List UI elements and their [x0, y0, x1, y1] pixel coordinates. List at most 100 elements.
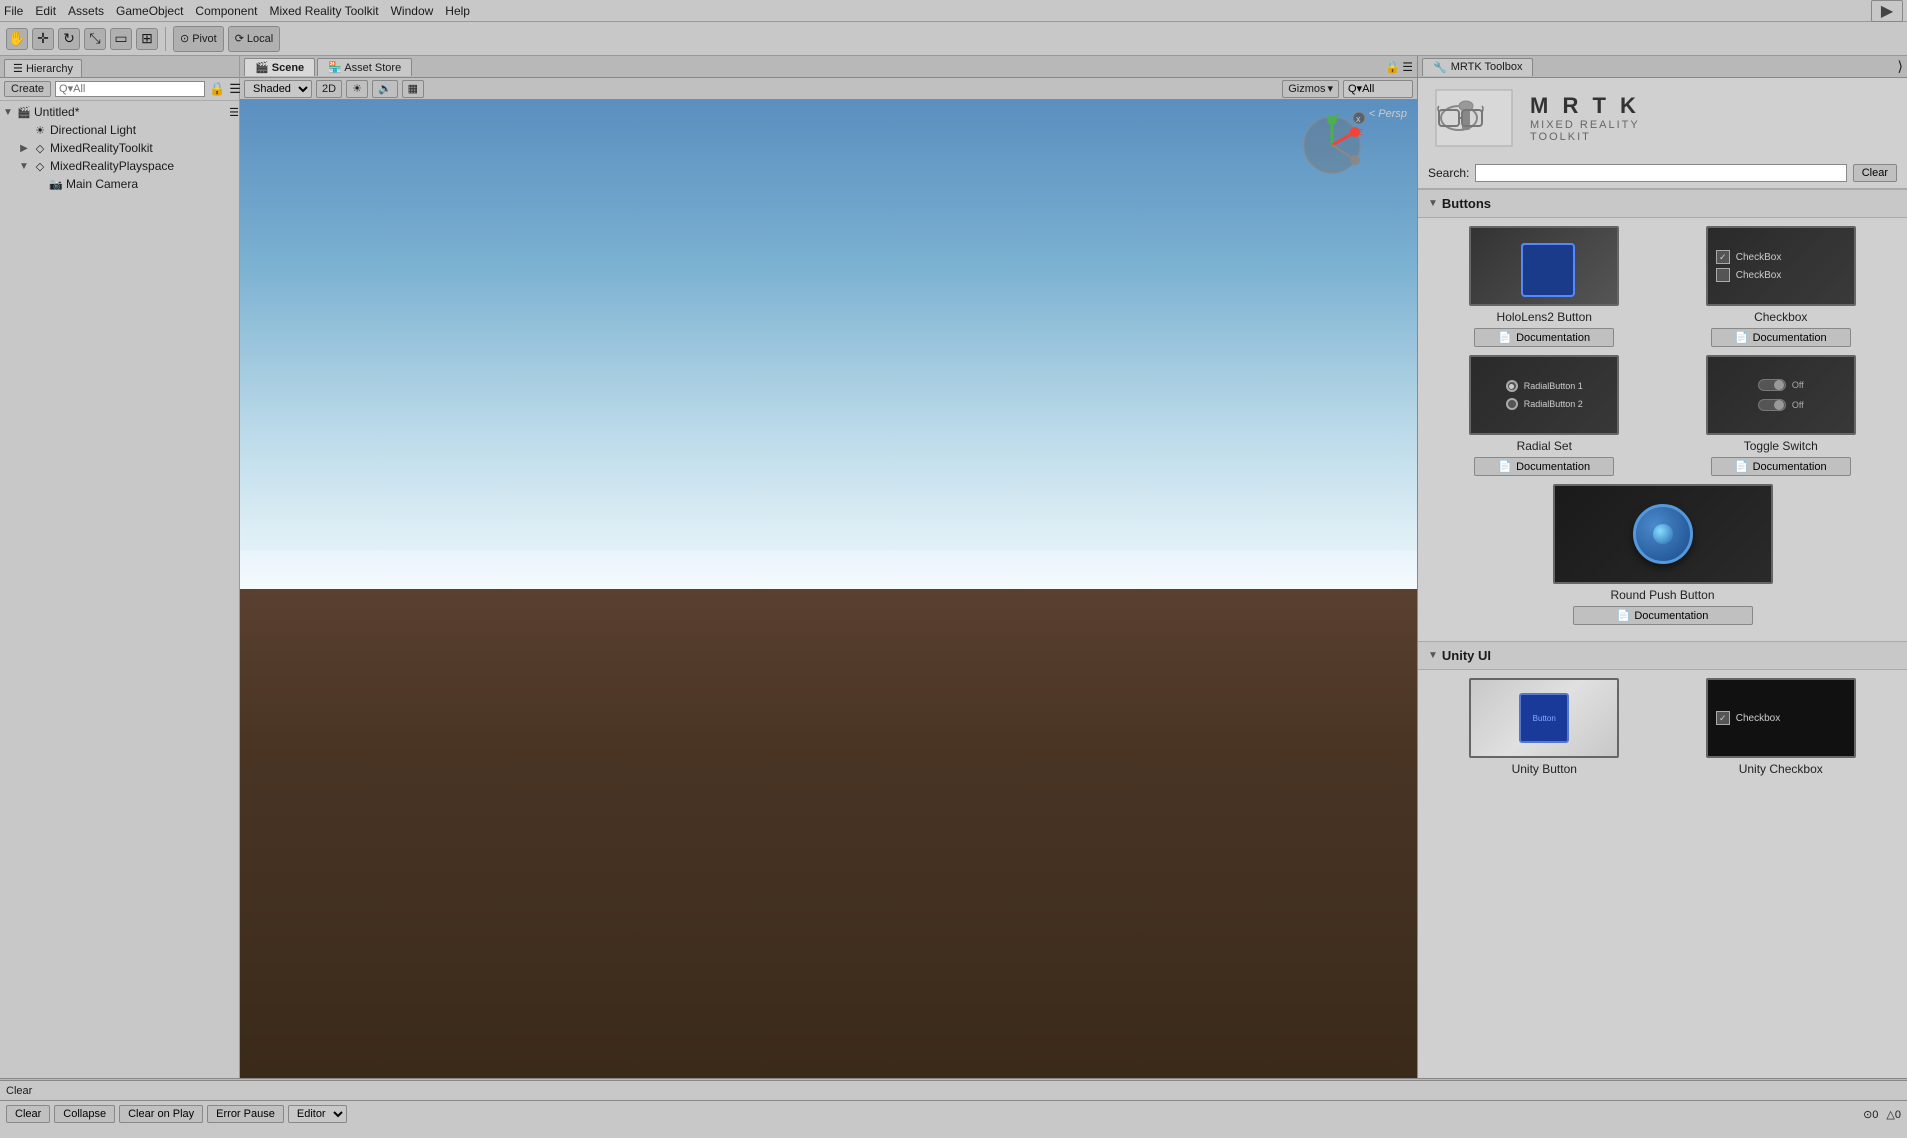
hierarchy-search-input[interactable]: [55, 81, 205, 97]
mrtk-expand-icon[interactable]: ⟩: [1898, 58, 1903, 75]
gizmos-filter-input[interactable]: [1343, 80, 1413, 98]
tool-scale[interactable]: ⤡: [84, 28, 106, 50]
hierarchy-create-btn[interactable]: Create: [4, 81, 51, 97]
play-button[interactable]: ▶: [1871, 0, 1903, 22]
tool-item-radialset: RadialButton 1 RadialButton 2 Radial Set…: [1454, 355, 1634, 476]
checkbox-doc-btn[interactable]: 📄 Documentation: [1711, 328, 1851, 347]
ground: [240, 589, 1417, 1078]
console-clear-btn[interactable]: Clear: [6, 1105, 50, 1123]
scene-tab-asset-store[interactable]: 🏪 Asset Store: [317, 58, 412, 76]
hololen2-preview[interactable]: My Button: [1469, 226, 1619, 306]
tree-item-directional-light[interactable]: ☀ Directional Light: [16, 121, 239, 139]
mrtk-tab[interactable]: 🔧 MRTK Toolbox: [1422, 58, 1533, 76]
effects-btn[interactable]: ▦: [402, 80, 424, 98]
mrtk-clear-button[interactable]: Clear: [1853, 164, 1897, 182]
roundpush-doc-btn[interactable]: 📄 Documentation: [1573, 606, 1753, 625]
tool-item-toggleswitch: Off Off Toggle Switch 📄 Documentation: [1691, 355, 1871, 476]
status-bar: Clear: [0, 1080, 1907, 1100]
menu-mrtk[interactable]: Mixed Reality Toolkit: [269, 4, 378, 18]
checkbox-name: Checkbox: [1754, 310, 1807, 324]
scene-gizmo[interactable]: Y Z x: [1297, 110, 1367, 180]
pivot-icon: ⊙: [180, 32, 189, 45]
tool-hand[interactable]: ✋: [6, 28, 28, 50]
menu-help[interactable]: Help: [445, 4, 470, 18]
console-collapse-btn[interactable]: Collapse: [54, 1105, 115, 1123]
buttons-grid: My Button HoloLens2 Button 📄 Documentati…: [1418, 218, 1907, 641]
hierarchy-tab-bar: ☰ Hierarchy: [0, 56, 239, 78]
persp-label: < Persp: [1369, 108, 1407, 120]
unity-cb-preview[interactable]: ✓ Checkbox: [1706, 678, 1856, 758]
tree-label-playspace: MixedRealityPlayspace: [50, 159, 174, 173]
tool-rect[interactable]: ▭: [110, 28, 132, 50]
tree-item-untitled[interactable]: ▼ 🎬 Untitled* ☰: [0, 103, 239, 121]
mrtk-search-label: Search:: [1428, 166, 1469, 180]
tree-arrow-directional-light: [16, 122, 32, 138]
cb-box2: [1716, 268, 1730, 282]
tree-item-maincamera[interactable]: 📷 Main Camera: [32, 175, 239, 193]
rb-row2: RadialButton 2: [1506, 398, 1583, 410]
roundpush-preview[interactable]: [1553, 484, 1773, 584]
toggle-label1: Off: [1792, 380, 1804, 390]
cb-label1: CheckBox: [1736, 252, 1782, 263]
scene-tab-scene[interactable]: 🎬 Scene: [244, 58, 315, 76]
bottom-toolbar: Clear Collapse Clear on Play Error Pause…: [0, 1101, 1907, 1127]
checkbox-preview[interactable]: ✓ CheckBox CheckBox: [1706, 226, 1856, 306]
menu-edit[interactable]: Edit: [35, 4, 56, 18]
scene-menu-icon[interactable]: ☰: [1402, 60, 1413, 74]
tool-move[interactable]: ✛: [32, 28, 54, 50]
mrtk-search-input[interactable]: [1475, 164, 1846, 182]
hierarchy-tab[interactable]: ☰ Hierarchy: [4, 59, 82, 77]
radialset-name: Radial Set: [1517, 439, 1572, 453]
2d-toggle[interactable]: 2D: [316, 80, 342, 98]
checkbox-row2: CheckBox: [1716, 268, 1782, 282]
rb-circle1: [1506, 380, 1518, 392]
scene-lock-icon[interactable]: 🔒: [1385, 60, 1400, 74]
tool-transform[interactable]: ⊞: [136, 28, 158, 50]
hololen2-preview-icon: My Button: [1521, 243, 1571, 293]
radialset-doc-btn[interactable]: 📄 Documentation: [1474, 457, 1614, 476]
hierarchy-tab-label: Hierarchy: [26, 63, 73, 75]
radialset-preview[interactable]: RadialButton 1 RadialButton 2: [1469, 355, 1619, 435]
local-label: Local: [247, 33, 273, 45]
error-count-icon[interactable]: ⊙0: [1863, 1108, 1878, 1121]
console-clear-on-play-btn[interactable]: Clear on Play: [119, 1105, 203, 1123]
mrtk-subtitle-line2: TOOLKIT: [1530, 131, 1640, 143]
doc-label-roundpush: Documentation: [1634, 610, 1708, 622]
warning-count-icon[interactable]: △0: [1886, 1108, 1901, 1121]
audio-btn[interactable]: 🔊: [372, 80, 398, 98]
menu-component[interactable]: Component: [195, 4, 257, 18]
mrtk-tab-label: MRTK Toolbox: [1451, 61, 1523, 73]
hololen2-doc-btn[interactable]: 📄 Documentation: [1474, 328, 1614, 347]
light-icon: ☀: [32, 122, 48, 138]
unity-btn-preview[interactable]: Button: [1469, 678, 1619, 758]
tree-item-mrtk[interactable]: ▶ ◇ MixedRealityToolkit: [16, 139, 239, 157]
doc-icon-checkbox: 📄: [1735, 331, 1749, 344]
lighting-btn[interactable]: ☀: [346, 80, 368, 98]
menu-window[interactable]: Window: [391, 4, 434, 18]
tool-rotate[interactable]: ↻: [58, 28, 80, 50]
hierarchy-lock-icon[interactable]: 🔒: [209, 81, 225, 97]
editor-dropdown[interactable]: Editor: [288, 1105, 347, 1123]
gizmo-svg: Y Z x: [1297, 110, 1367, 180]
shading-dropdown[interactable]: Shaded: [244, 80, 312, 98]
gizmos-btn[interactable]: Gizmos ▾: [1282, 80, 1339, 98]
local-button[interactable]: ⟳ Local: [228, 26, 281, 52]
toggleswitch-doc-btn[interactable]: 📄 Documentation: [1711, 457, 1851, 476]
buttons-section-header[interactable]: ▼ Buttons: [1418, 189, 1907, 218]
scene-tab-scene-label: Scene: [272, 62, 304, 74]
hierarchy-item-menu[interactable]: ☰: [229, 106, 239, 119]
menu-file[interactable]: File: [4, 4, 23, 18]
toggleswitch-preview[interactable]: Off Off: [1706, 355, 1856, 435]
toggle-track2: [1758, 399, 1786, 411]
tool-item-checkbox: ✓ CheckBox CheckBox Checkbox 📄 Documenta…: [1691, 226, 1871, 347]
tree-item-playspace[interactable]: ▼ ◇ MixedRealityPlayspace: [16, 157, 239, 175]
unity-btn-center: Button: [1519, 693, 1569, 743]
gameobj-icon-mrtk: ◇: [32, 140, 48, 156]
unityui-section-header[interactable]: ▼ Unity UI: [1418, 641, 1907, 670]
console-error-pause-btn[interactable]: Error Pause: [207, 1105, 284, 1123]
scene-viewport[interactable]: < Persp Y Z x: [240, 100, 1417, 1078]
menu-gameobject[interactable]: GameObject: [116, 4, 183, 18]
pivot-button[interactable]: ⊙ Pivot: [173, 26, 224, 52]
toolbar: ✋ ✛ ↻ ⤡ ▭ ⊞ ⊙ Pivot ⟳ Local: [0, 22, 1907, 56]
menu-assets[interactable]: Assets: [68, 4, 104, 18]
